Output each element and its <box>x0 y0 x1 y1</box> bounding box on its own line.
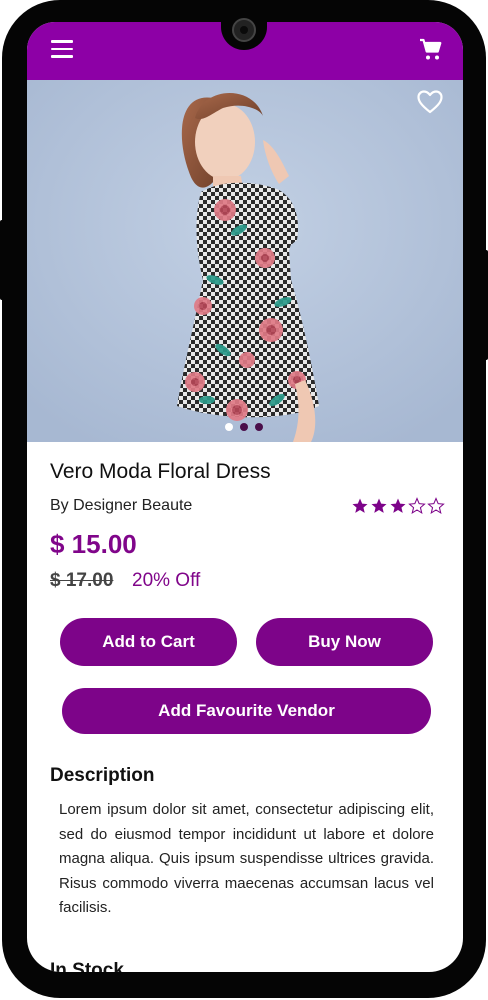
hamburger-menu-icon[interactable] <box>51 40 73 58</box>
product-name: Vero Moda Floral Dress <box>50 460 271 483</box>
screen: Vero Moda Floral Dress By Designer Beaut… <box>27 22 463 972</box>
description-heading: Description <box>50 765 155 786</box>
volume-button <box>0 220 4 300</box>
product-image-carousel[interactable] <box>27 80 463 442</box>
shopping-cart-icon[interactable] <box>419 38 443 62</box>
star-filled-icon <box>352 498 368 513</box>
carousel-dot[interactable] <box>255 423 263 431</box>
buy-now-button[interactable]: Buy Now <box>256 618 433 666</box>
description-text: Lorem ipsum dolor sit amet, consectetur … <box>59 801 434 916</box>
current-price: $ 15.00 <box>50 529 137 559</box>
product-brand: By Designer Beaute <box>50 497 193 514</box>
star-outline-icon <box>408 497 426 515</box>
power-button <box>484 250 488 360</box>
carousel-dot[interactable] <box>240 423 248 431</box>
product-photo <box>27 80 463 442</box>
front-camera <box>232 18 256 42</box>
carousel-dot[interactable] <box>225 423 233 431</box>
stock-status: In Stock <box>50 960 124 972</box>
original-price: $ 17.00 <box>50 570 114 591</box>
star-filled-icon <box>371 498 387 513</box>
add-to-cart-button[interactable]: Add to Cart <box>60 618 237 666</box>
star-outline-icon <box>427 497 445 515</box>
star-rating <box>351 497 445 515</box>
discount-badge: 20% Off <box>132 570 201 591</box>
carousel-indicator <box>225 423 263 433</box>
heart-outline-icon[interactable] <box>417 90 443 114</box>
star-filled-icon <box>390 498 406 513</box>
add-favourite-vendor-button[interactable]: Add Favourite Vendor <box>62 688 431 734</box>
